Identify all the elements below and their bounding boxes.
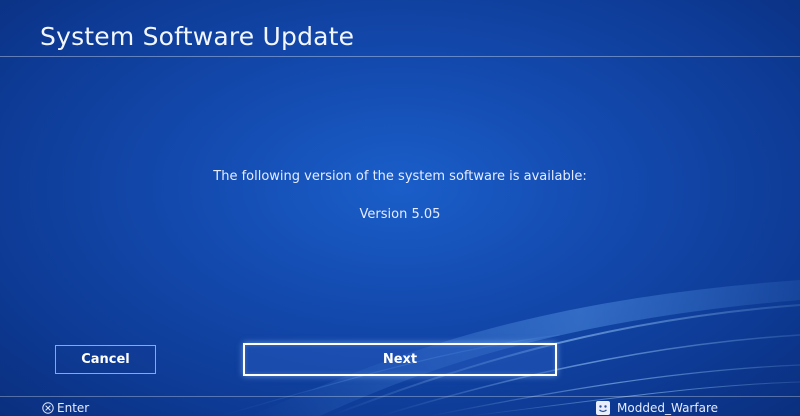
cross-button-icon: [42, 402, 54, 414]
user-info: Modded_Warfare: [596, 401, 718, 415]
page-title: System Software Update: [40, 22, 355, 51]
enter-label: Enter: [57, 401, 90, 415]
cancel-button[interactable]: Cancel: [55, 345, 156, 374]
update-message: The following version of the system soft…: [213, 169, 587, 184]
ps4-system-update-screen: System Software Update The following ver…: [0, 0, 800, 416]
footer-divider: [0, 396, 800, 397]
next-button[interactable]: Next: [243, 343, 557, 376]
avatar-icon: [596, 401, 611, 415]
title-divider: [0, 56, 800, 57]
footer-enter-hint: Enter: [42, 401, 89, 415]
user-name: Modded_Warfare: [617, 401, 718, 415]
version-label: Version 5.05: [359, 207, 441, 222]
